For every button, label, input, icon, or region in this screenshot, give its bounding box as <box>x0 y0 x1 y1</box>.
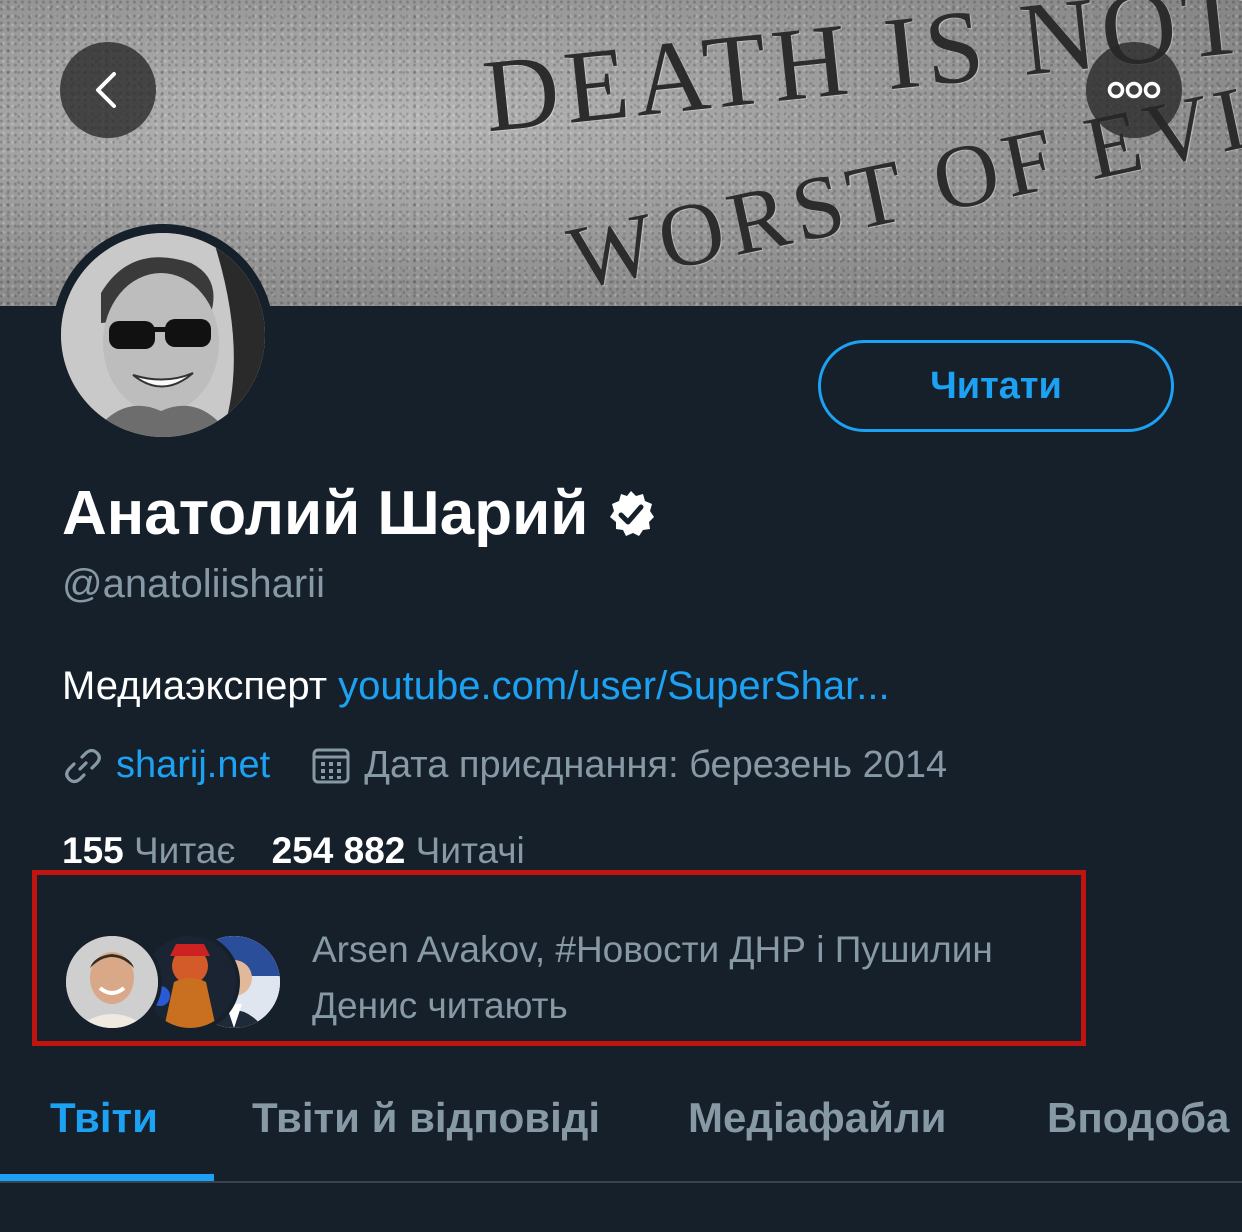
link-icon <box>65 748 101 783</box>
followed-by-line1: Arsen Avakov, #Новости ДНР і Пушилин <box>312 929 993 970</box>
calendar-icon <box>312 748 350 783</box>
following-stat[interactable]: 155 Читає <box>62 830 246 871</box>
followers-stat[interactable]: 254 882 Читачі <box>272 830 525 871</box>
follower-avatar-1 <box>62 932 162 1032</box>
following-count: 155 <box>62 830 124 871</box>
following-label: Читає <box>134 830 236 871</box>
profile-tabs: Твіти Твіти й відповіді Медіафайли Вподо… <box>0 1062 1242 1182</box>
back-button[interactable] <box>60 42 156 138</box>
profile-name: Анатолий Шарий <box>62 479 589 548</box>
join-date: Дата приєднання: березень 2014 <box>364 744 948 786</box>
profile-stats: 155 Читає 254 882 Читачі <box>62 830 525 872</box>
more-dots-icon <box>1107 81 1161 99</box>
website-link[interactable]: sharij.net <box>116 744 270 787</box>
bio-link[interactable]: youtube.com/user/SuperShar... <box>338 664 889 708</box>
profile-handle: @anatoliisharii <box>62 562 325 606</box>
tabs-divider <box>0 1181 1242 1183</box>
followed-by-line2: Денис читають <box>312 985 568 1026</box>
chevron-left-icon <box>96 72 116 108</box>
followers-count: 254 882 <box>271 830 406 871</box>
avatar-photo <box>61 233 265 437</box>
profile-meta: sharij.net Дата приєднання: березень 201… <box>62 744 947 787</box>
avatar-portrait-icon <box>61 233 265 437</box>
bio-text: Медиаэксперт <box>62 664 328 708</box>
profile-name-row: Анатолий Шарий <box>62 478 656 549</box>
tab-media[interactable]: Медіафайли <box>688 1094 946 1142</box>
tab-tweets[interactable]: Твіти <box>50 1094 158 1142</box>
verified-badge-icon <box>610 490 655 536</box>
follower-avatar-1-icon <box>66 936 158 1028</box>
profile-bio: Медиаэксперт youtube.com/user/SuperShar.… <box>62 664 890 709</box>
tab-likes[interactable]: Вподоба <box>1047 1094 1229 1142</box>
more-options-button[interactable] <box>1086 42 1182 138</box>
followers-label: Читачі <box>415 830 525 871</box>
profile-avatar[interactable] <box>52 224 274 446</box>
follow-button[interactable]: Читати <box>818 340 1174 432</box>
tab-tweets-replies[interactable]: Твіти й відповіді <box>252 1094 600 1142</box>
followed-by-text[interactable]: Arsen Avakov, #Новости ДНР і Пушилин Ден… <box>312 922 1072 1034</box>
